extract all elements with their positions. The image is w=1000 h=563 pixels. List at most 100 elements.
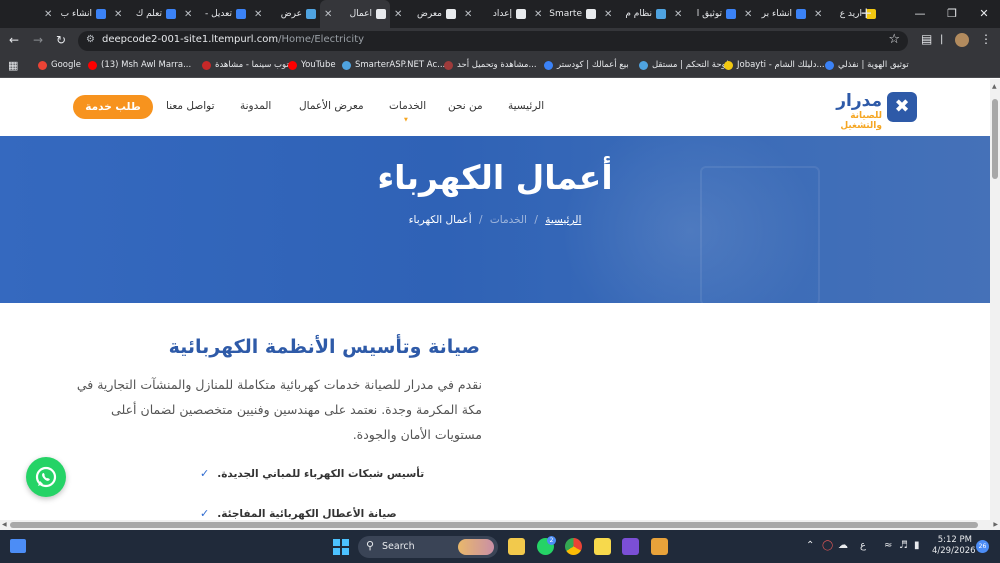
tab-close-icon[interactable]: ✕ [814, 9, 822, 20]
bookmark-item[interactable]: Google [38, 60, 81, 70]
request-service-button[interactable]: طلب خدمة [73, 95, 153, 119]
bookmark-label: توثيق الهوية | نفذلي [838, 60, 909, 70]
tab-close-icon[interactable]: ✕ [184, 9, 192, 20]
extensions-icon[interactable]: ▤ [921, 32, 932, 46]
sticky-notes-icon[interactable] [594, 538, 611, 555]
bookmark-label: Google [51, 60, 81, 70]
logo-tools-icon[interactable]: ✖ [887, 92, 917, 122]
services-dropdown-icon[interactable]: ▼ [404, 117, 408, 123]
apps-grid-icon[interactable]: ▦ [8, 59, 18, 72]
tab-title: توثيق ا [696, 9, 722, 19]
restore-icon[interactable]: ❐ [936, 0, 968, 28]
widgets-icon[interactable] [10, 539, 26, 553]
recording-tray-icon[interactable]: ◯ [822, 540, 833, 551]
browser-tab[interactable]: انشاء بر ✕ [740, 0, 810, 28]
browser-tab[interactable]: Smarte ✕ [530, 0, 600, 28]
menu-icon[interactable]: ⋮ [980, 32, 992, 46]
vertical-scroll-thumb[interactable] [992, 99, 998, 179]
url-field[interactable]: ⚙ deepcode2-001-site1.ltempurl.com/Home/… [78, 31, 908, 51]
clock-time: 5:12 PM [937, 535, 972, 545]
minimize-icon[interactable]: — [904, 0, 936, 28]
reload-icon[interactable]: ↻ [56, 33, 66, 47]
browser-tab[interactable]: توثيق ا ✕ [670, 0, 740, 28]
bookmark-item[interactable]: توب سينما - مشاهدة... [202, 60, 297, 70]
paint-tool-icon[interactable] [651, 538, 668, 555]
whatsapp-chat-button[interactable] [26, 457, 66, 497]
breadcrumb-services[interactable]: الخدمات [490, 214, 527, 226]
tray-chevron-icon[interactable]: ⌃ [806, 540, 814, 551]
nav-home[interactable]: الرئيسية [508, 100, 544, 112]
taskbar-search[interactable]: ⚲ Search [358, 536, 498, 558]
bookmark-label: SmarterASP.NET Ac... [355, 60, 446, 70]
browser-tab[interactable]: انشاء ب ✕ [40, 0, 110, 28]
bookmark-item[interactable]: بيع أعمالك | كودستر [544, 60, 629, 70]
browser-tab[interactable]: تعلم ك ✕ [110, 0, 180, 28]
browser-tab[interactable]: أعمال ✕ [320, 0, 390, 28]
visual-studio-icon[interactable] [622, 538, 639, 555]
tab-title: عرض [280, 9, 302, 19]
check-icon: ✓ [200, 507, 210, 520]
tab-close-icon[interactable]: ✕ [44, 9, 52, 20]
notification-badge[interactable]: 26 [976, 540, 989, 553]
tab-close-icon[interactable]: ✕ [394, 9, 402, 20]
tab-favicon-icon [586, 9, 596, 19]
battery-icon[interactable]: ▮ [914, 540, 920, 551]
back-icon[interactable]: ← [9, 33, 19, 47]
site-info-icon[interactable]: ⚙ [86, 34, 95, 45]
cloud-tray-icon[interactable]: ☁ [838, 540, 848, 551]
close-window-icon[interactable]: ✕ [968, 0, 1000, 28]
profile-avatar[interactable] [955, 33, 969, 47]
bookmark-item[interactable]: توثيق الهوية | نفذلي [825, 60, 909, 70]
wifi-icon[interactable]: ≈ [884, 540, 892, 551]
nav-portfolio[interactable]: معرض الأعمال [299, 100, 364, 112]
horizontal-scrollbar[interactable]: ◀ ▶ [0, 520, 1000, 530]
tab-close-icon[interactable]: ✕ [534, 9, 542, 20]
url-path: /Home/Electricity [278, 34, 365, 45]
bookmark-item[interactable]: مشاهدة وتحميل أحد... [444, 60, 537, 70]
scroll-up-icon[interactable]: ▲ [992, 83, 997, 90]
bookmark-item[interactable]: (13) Msh Awl Marra... [88, 60, 191, 70]
bookmark-star-icon[interactable]: ☆ [888, 32, 900, 47]
tab-close-icon[interactable]: ✕ [254, 9, 262, 20]
new-tab-button[interactable]: + [860, 4, 873, 22]
nav-services[interactable]: الخدمات [389, 100, 426, 112]
chrome-icon[interactable] [565, 538, 582, 555]
site-header: ✖ مدرار للصيانة والتشغيل الرئيسية من نحن… [0, 79, 990, 136]
tab-close-icon[interactable]: ✕ [464, 9, 472, 20]
volume-icon[interactable]: ♬ [899, 540, 908, 551]
browser-tab[interactable]: تعديل - ✕ [180, 0, 250, 28]
vertical-scrollbar[interactable]: ▲ [990, 79, 1000, 520]
tab-close-icon[interactable]: ✕ [674, 9, 682, 20]
tab-close-icon[interactable]: ✕ [114, 9, 122, 20]
nav-blog[interactable]: المدونة [240, 100, 271, 112]
input-language[interactable]: ع [860, 540, 866, 551]
horizontal-scroll-thumb[interactable] [10, 522, 978, 528]
scroll-right-icon[interactable]: ▶ [993, 521, 998, 528]
scroll-left-icon[interactable]: ◀ [2, 521, 7, 528]
bookmark-item[interactable]: YouTube [288, 60, 336, 70]
start-icon[interactable] [333, 539, 349, 555]
clock-date: 4/29/2026 [932, 546, 976, 556]
tab-close-icon[interactable]: ✕ [604, 9, 612, 20]
nav-contact[interactable]: تواصل معنا [166, 100, 215, 112]
nav-about[interactable]: من نحن [448, 100, 483, 112]
forward-icon[interactable]: → [33, 33, 43, 47]
breadcrumb-home[interactable]: الرئيسية [545, 214, 581, 226]
clock[interactable]: 5:12 PM 4/29/2026 [932, 535, 976, 557]
tab-close-icon[interactable]: ✕ [324, 9, 332, 20]
bookmark-item[interactable]: SmarterASP.NET Ac... [342, 60, 445, 70]
browser-tab[interactable]: نظام م ✕ [600, 0, 670, 28]
page-title: أعمال الكهرباء [377, 158, 613, 197]
url-text[interactable]: deepcode2-001-site1.ltempurl.com/Home/El… [102, 34, 364, 45]
bookmark-item[interactable]: Jobayti - دليلك الشام... [724, 60, 825, 70]
tab-close-icon[interactable]: ✕ [744, 9, 752, 20]
file-explorer-icon[interactable] [508, 538, 525, 555]
tab-title: معرض [416, 9, 442, 19]
browser-tab[interactable]: عرض ✕ [250, 0, 320, 28]
search-label: Search [382, 541, 415, 552]
logo-name[interactable]: مدرار [820, 91, 882, 111]
bookmark-item[interactable]: لوحة التحكم | مستقل [639, 60, 729, 70]
browser-tab[interactable]: معرض ✕ [390, 0, 460, 28]
page-viewport: ✖ مدرار للصيانة والتشغيل الرئيسية من نحن… [0, 79, 990, 520]
browser-tab[interactable]: إعداد ✕ [460, 0, 530, 28]
